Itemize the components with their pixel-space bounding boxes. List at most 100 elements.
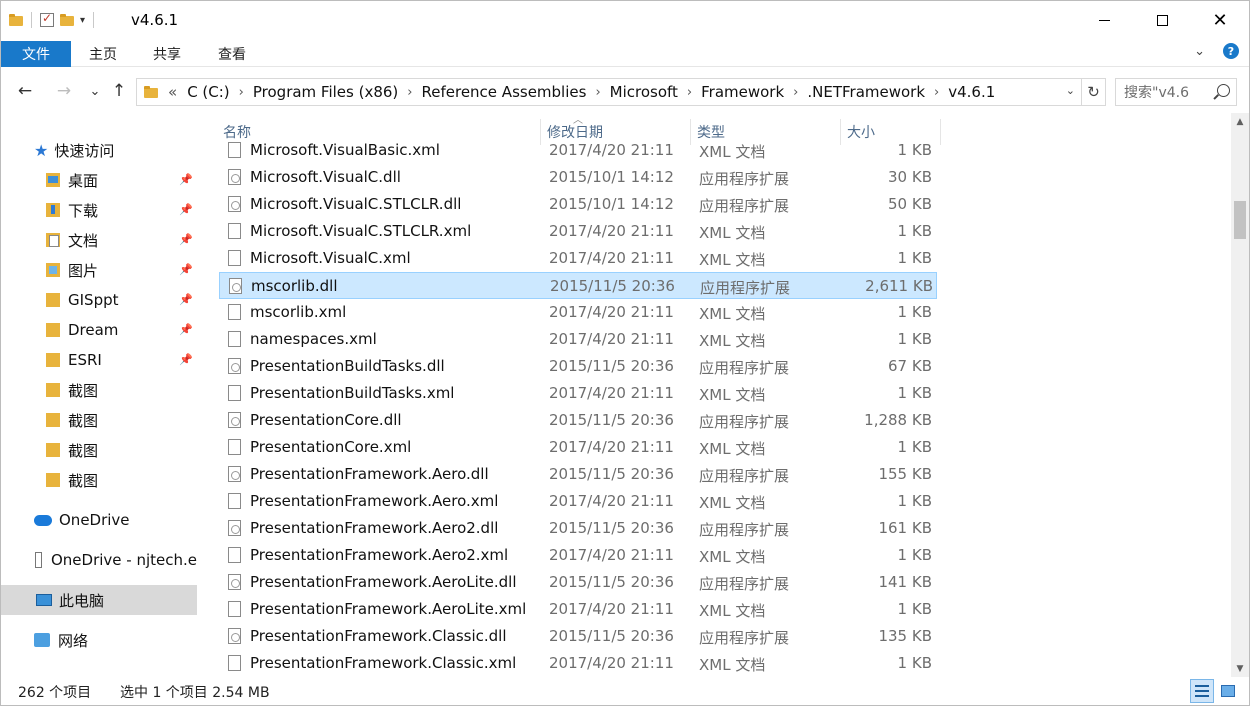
table-row[interactable]: PresentationBuildTasks.xml 2017/4/20 21:1… xyxy=(219,380,937,407)
pin-icon[interactable]: 📌 xyxy=(179,353,193,366)
forward-button[interactable]: → xyxy=(52,79,76,103)
pin-icon[interactable]: 📌 xyxy=(179,203,193,216)
table-row[interactable]: mscorlib.xml 2017/4/20 21:11 XML 文档 1 KB xyxy=(219,299,937,326)
file-name: PresentationFramework.Aero.xml xyxy=(250,492,499,510)
table-row[interactable]: PresentationBuildTasks.dll 2015/11/5 20:3… xyxy=(219,353,937,380)
sidebar-item-onedrive-org[interactable]: OneDrive - njtech.e xyxy=(1,545,197,575)
file-date: 2017/4/20 21:11 xyxy=(549,303,674,321)
file-type: XML 文档 xyxy=(699,602,766,620)
table-row[interactable]: PresentationCore.dll 2015/11/5 20:36 应用程序扩… xyxy=(219,407,937,434)
table-row[interactable]: PresentationFramework.Aero2.dll 2015/11/5… xyxy=(219,515,937,542)
minimize-button[interactable] xyxy=(1075,1,1133,39)
table-row[interactable]: Microsoft.VisualC.STLCLR.xml 2017/4/20 21… xyxy=(219,218,937,245)
tab-share[interactable]: 共享 xyxy=(153,41,181,67)
sidebar-item-label: ESRI xyxy=(68,351,102,369)
table-row[interactable]: PresentationFramework.Aero2.xml 2017/4/20… xyxy=(219,542,937,569)
breadcrumb-separator[interactable]: › xyxy=(793,85,798,100)
sidebar-item-screenshots[interactable]: 截图 xyxy=(1,435,197,465)
table-row[interactable]: PresentationFramework.AeroLite.xml 2017/4… xyxy=(219,596,937,623)
breadcrumb-item[interactable]: Microsoft xyxy=(610,83,678,101)
table-row[interactable]: mscorlib.dll 2015/11/5 20:36 应用程序扩展 2,611 K… xyxy=(219,272,937,299)
sidebar-item-screenshots[interactable]: 截图 xyxy=(1,465,197,495)
table-row[interactable]: PresentationCore.xml 2017/4/20 21:11 XML 文… xyxy=(219,434,937,461)
sidebar-item-documents[interactable]: 文档 📌 xyxy=(1,225,197,255)
separator xyxy=(31,12,32,28)
sidebar-item-dream[interactable]: Dream 📌 xyxy=(1,315,197,345)
breadcrumb-separator[interactable]: › xyxy=(407,85,412,100)
table-row[interactable]: namespaces.xml 2017/4/20 21:11 XML 文档 1 KB xyxy=(219,326,937,353)
up-button[interactable]: ↑ xyxy=(107,79,131,103)
table-row[interactable]: PresentationFramework.Classic.xml 2017/4/… xyxy=(219,650,937,677)
file-type: 应用程序扩展 xyxy=(700,279,791,297)
breadcrumb-item[interactable]: v4.6.1 xyxy=(948,83,995,101)
sidebar-item-screenshots[interactable]: 截图 xyxy=(1,405,197,435)
help-icon[interactable]: ? xyxy=(1223,43,1239,59)
tab-home[interactable]: 主页 xyxy=(89,41,117,67)
large-icons-view-button[interactable] xyxy=(1216,679,1240,703)
scroll-up-icon[interactable]: ▲ xyxy=(1231,113,1249,130)
tab-file[interactable]: 文件 xyxy=(1,41,71,67)
sidebar-item-gisppt[interactable]: GISppt 📌 xyxy=(1,285,197,315)
table-row[interactable]: Microsoft.VisualC.xml 2017/4/20 21:11 XML … xyxy=(219,245,937,272)
sidebar-item-pictures[interactable]: 图片 📌 xyxy=(1,255,197,285)
sidebar-item-label: GISppt xyxy=(68,291,119,309)
back-button[interactable]: ← xyxy=(13,79,37,103)
properties-icon[interactable] xyxy=(40,11,54,27)
recent-locations-button[interactable]: ⌄ xyxy=(83,79,107,103)
search-box[interactable]: 搜索"v4.6 xyxy=(1115,78,1237,106)
pin-icon[interactable]: 📌 xyxy=(179,173,193,186)
refresh-button[interactable]: ↻ xyxy=(1082,78,1106,106)
pin-icon[interactable]: 📌 xyxy=(179,233,193,246)
breadcrumb-separator[interactable]: › xyxy=(687,85,692,100)
maximize-button[interactable] xyxy=(1133,1,1191,39)
new-folder-icon[interactable] xyxy=(60,14,74,26)
file-name: PresentationBuildTasks.xml xyxy=(250,384,455,402)
pin-icon[interactable]: 📌 xyxy=(179,323,193,336)
xml-file-icon xyxy=(228,142,241,158)
breadcrumb-item[interactable]: Program Files (x86) xyxy=(253,83,398,101)
sidebar-item-esri[interactable]: ESRI 📌 xyxy=(1,345,197,375)
table-row[interactable]: PresentationFramework.Aero.xml 2017/4/20 … xyxy=(219,488,937,515)
download-folder-icon xyxy=(46,203,60,217)
search-icon[interactable] xyxy=(1217,84,1230,97)
table-row[interactable]: Microsoft.VisualBasic.xml 2017/4/20 21:11… xyxy=(219,137,937,164)
breadcrumb-item[interactable]: Framework xyxy=(701,83,784,101)
breadcrumb-separator[interactable]: › xyxy=(934,85,939,100)
scroll-down-icon[interactable]: ▼ xyxy=(1231,660,1249,677)
document-icon xyxy=(35,552,42,568)
close-button[interactable]: ✕ xyxy=(1191,1,1249,39)
pin-icon[interactable]: 📌 xyxy=(179,263,193,276)
breadcrumb-separator[interactable]: › xyxy=(595,85,600,100)
scrollbar-thumb[interactable] xyxy=(1234,201,1246,239)
customize-toolbar-icon[interactable]: ▾ xyxy=(80,15,85,26)
item-count: 262 个项目 xyxy=(18,685,92,701)
breadcrumb-item[interactable]: Reference Assemblies xyxy=(422,83,587,101)
address-bar[interactable]: « C (C:) › Program Files (x86) › Referen… xyxy=(136,78,1082,106)
table-row[interactable]: Microsoft.VisualC.dll 2015/10/1 14:12 应用程序… xyxy=(219,164,937,191)
sidebar-item-screenshots[interactable]: 截图 xyxy=(1,375,197,405)
details-view-button[interactable] xyxy=(1190,679,1214,703)
sidebar-item-label: 截图 xyxy=(68,471,99,490)
table-row[interactable]: PresentationFramework.Classic.dll 2015/11… xyxy=(219,623,937,650)
file-date: 2015/11/5 20:36 xyxy=(549,627,674,645)
sidebar-item-quick-access[interactable]: ★ 快速访问 xyxy=(1,135,197,165)
sidebar-item-label: OneDrive - njtech.e xyxy=(50,551,197,569)
sidebar-item-network[interactable]: 网络 xyxy=(1,625,197,655)
table-row[interactable]: PresentationFramework.AeroLite.dll 2015/1… xyxy=(219,569,937,596)
xml-file-icon xyxy=(228,331,241,347)
breadcrumb-item[interactable]: C (C:) xyxy=(187,83,229,101)
table-row[interactable]: Microsoft.VisualC.STLCLR.dll 2015/10/1 14… xyxy=(219,191,937,218)
breadcrumb-overflow[interactable]: « xyxy=(168,83,177,101)
breadcrumb-separator[interactable]: › xyxy=(239,85,244,100)
table-row[interactable]: PresentationFramework.Aero.dll 2015/11/5 … xyxy=(219,461,937,488)
vertical-scrollbar[interactable]: ▲ ▼ xyxy=(1231,113,1249,677)
sidebar-item-desktop[interactable]: 桌面 📌 xyxy=(1,165,197,195)
sidebar-item-downloads[interactable]: 下载 📌 xyxy=(1,195,197,225)
breadcrumb-item[interactable]: .NETFramework xyxy=(807,83,925,101)
sidebar-item-onedrive[interactable]: OneDrive xyxy=(1,505,197,535)
pin-icon[interactable]: 📌 xyxy=(179,293,193,306)
sidebar-item-this-pc[interactable]: 此电脑 xyxy=(1,585,197,615)
expand-ribbon-icon[interactable]: ⌄ xyxy=(1194,44,1205,59)
tab-view[interactable]: 查看 xyxy=(218,41,246,67)
address-dropdown-icon[interactable]: ⌄ xyxy=(1066,84,1075,97)
